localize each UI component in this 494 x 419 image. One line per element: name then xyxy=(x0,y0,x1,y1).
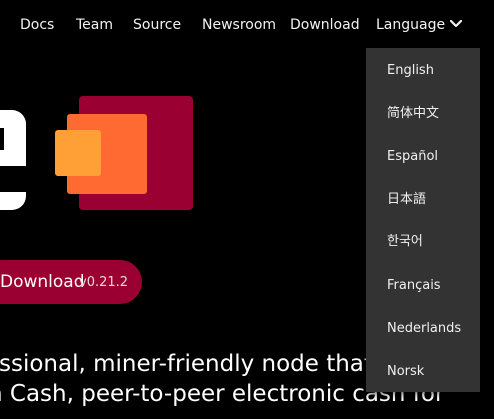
logo-wordmark-letter xyxy=(0,110,26,210)
language-option-norwegian[interactable]: Norsk xyxy=(387,364,424,380)
nav-link-newsroom[interactable]: Newsroom xyxy=(202,17,276,33)
nav-link-source[interactable]: Source xyxy=(133,17,181,33)
language-option-english[interactable]: English xyxy=(387,63,434,79)
nav-link-team[interactable]: Team xyxy=(76,17,113,33)
download-button-label: Download xyxy=(0,272,85,292)
chevron-down-icon[interactable] xyxy=(450,20,462,28)
language-option-dutch[interactable]: Nederlands xyxy=(387,321,461,337)
tagline-line-1: ssional, miner-friendly node that xyxy=(0,351,373,377)
language-option-spanish[interactable]: Español xyxy=(387,149,438,165)
language-menu-toggle[interactable]: Language xyxy=(376,17,445,33)
language-option-japanese[interactable]: 日本語 xyxy=(387,192,426,208)
language-option-chinese[interactable]: 简体中文 xyxy=(387,106,439,122)
version-label: v0.21.2 xyxy=(79,275,129,290)
download-button[interactable]: Download v0.21.2 xyxy=(0,260,142,304)
language-dropdown-menu: English 简体中文 Español 日本語 한국어 Français Ne… xyxy=(366,48,480,392)
language-option-french[interactable]: Français xyxy=(387,278,441,294)
top-nav: Docs Team Source Newsroom Download Langu… xyxy=(0,0,494,50)
logo-square-small xyxy=(55,130,101,176)
nav-link-download[interactable]: Download xyxy=(290,17,360,33)
language-option-korean[interactable]: 한국어 xyxy=(387,234,423,250)
nav-link-docs[interactable]: Docs xyxy=(20,17,54,33)
